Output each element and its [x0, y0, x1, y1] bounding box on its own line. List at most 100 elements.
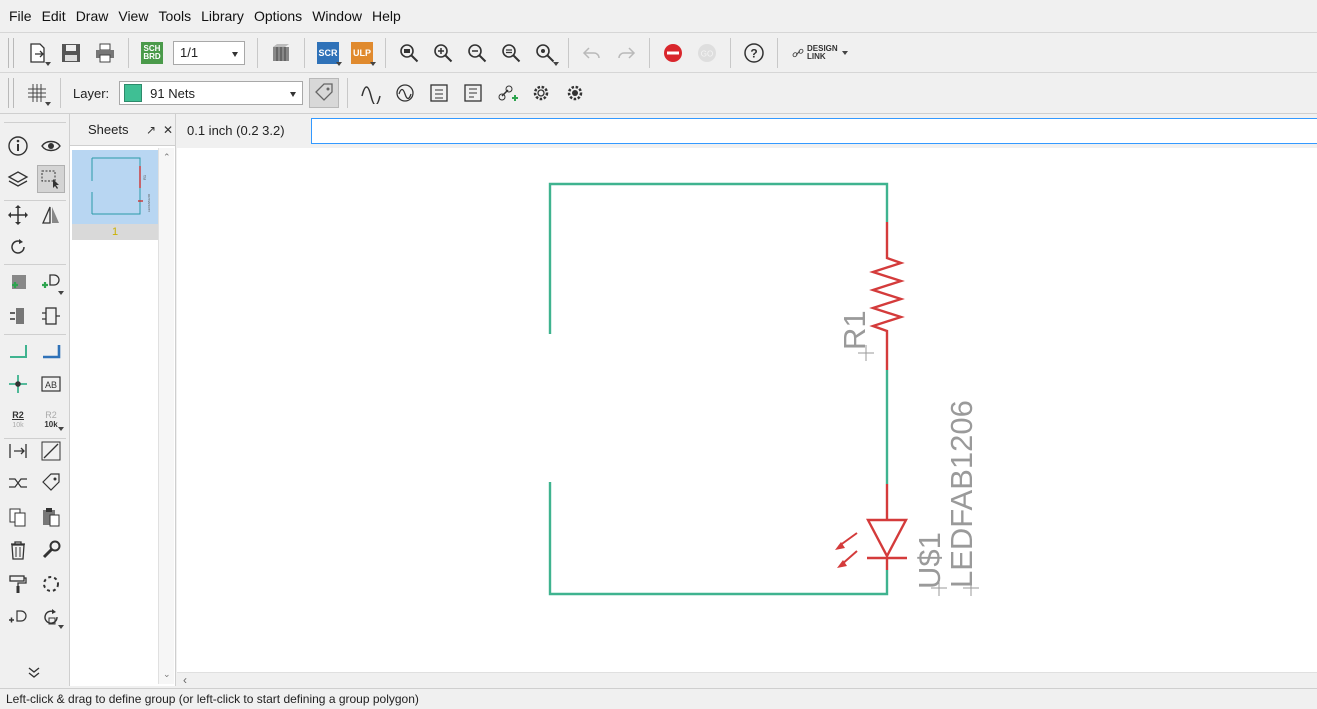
move-tool[interactable] [4, 201, 32, 229]
save-button[interactable] [56, 38, 86, 68]
stop-button[interactable] [658, 38, 688, 68]
wire-icon [10, 345, 27, 358]
settings-alt-button[interactable] [560, 78, 590, 108]
mirror-tool[interactable] [37, 201, 65, 229]
pinswap-tool[interactable] [37, 302, 65, 330]
paste-icon [43, 508, 60, 527]
menu-draw[interactable]: Draw [71, 0, 114, 32]
split-tool[interactable] [4, 469, 32, 497]
led-u1[interactable]: U$1 LEDFAB1206 [835, 400, 979, 596]
menu-window[interactable]: Window [307, 0, 367, 32]
resistor-r1[interactable]: R1 [837, 222, 905, 370]
gear-icon [533, 85, 549, 101]
wire-style-button[interactable] [356, 78, 386, 108]
erc-icon [464, 84, 482, 102]
add-link-button[interactable] [492, 78, 522, 108]
toolbar-grip[interactable] [8, 37, 14, 68]
command-input[interactable] [311, 118, 1317, 144]
delete-tool[interactable] [4, 536, 32, 564]
bus-button[interactable] [424, 78, 454, 108]
ulp-button[interactable]: ULP [347, 38, 377, 68]
net-tool[interactable] [37, 338, 65, 366]
sheets-panel-header: Sheets ↗ ✕ [70, 114, 175, 146]
net-wire-bottom[interactable] [548, 482, 889, 596]
go-icon: GO [698, 43, 716, 62]
info-icon [8, 136, 28, 156]
value-tool[interactable]: R2 10k [37, 405, 65, 433]
rotate-tool[interactable] [4, 233, 32, 261]
net-style-button[interactable] [390, 78, 420, 108]
library-icon [273, 43, 289, 61]
ratsnest-tool[interactable] [37, 570, 65, 598]
menu-view[interactable]: View [113, 0, 153, 32]
print-button[interactable] [90, 38, 120, 68]
change-tool[interactable] [37, 536, 65, 564]
replace-tool[interactable] [4, 302, 32, 330]
sheet-select[interactable]: 1/1 [173, 40, 245, 65]
led-name-label: U$1 [912, 532, 947, 589]
zoom-fit-button[interactable] [394, 38, 424, 68]
script-button[interactable]: SCR [313, 38, 343, 68]
canvas-horizontal-scrollbar[interactable]: ‹ [177, 672, 1317, 687]
layer-select[interactable]: 91 Nets [119, 81, 304, 105]
menu-library[interactable]: Library [196, 0, 249, 32]
erc-button[interactable] [458, 78, 488, 108]
paste-tool[interactable] [37, 503, 65, 531]
expand-toolbar-button[interactable] [20, 659, 48, 687]
group-tool[interactable] [37, 165, 65, 193]
show-tool[interactable] [37, 132, 65, 160]
add-gate-tool[interactable] [37, 269, 65, 297]
go-button[interactable]: GO [692, 38, 722, 68]
label-tool[interactable]: AB [37, 370, 65, 398]
schematic-canvas[interactable]: R1 U$1 LEDFAB1206 [177, 148, 1317, 672]
library-button[interactable] [266, 38, 296, 68]
add-symbol-tool[interactable] [4, 603, 32, 631]
dotted-circle-icon [43, 576, 59, 592]
menu-tools[interactable]: Tools [153, 0, 196, 32]
link-icon [792, 48, 804, 57]
menu-help[interactable]: Help [367, 0, 406, 32]
optimize-tool[interactable] [37, 603, 65, 631]
sch-brd-switch-button[interactable]: SCH BRD [137, 38, 167, 68]
paint-tool[interactable] [4, 570, 32, 598]
wire-tool[interactable] [4, 338, 32, 366]
line-tool[interactable] [37, 437, 65, 465]
sheets-scrollbar[interactable]: ⌃ ⌄ [158, 148, 174, 684]
toolbar-grip[interactable] [8, 78, 14, 108]
smash-tool[interactable] [37, 469, 65, 497]
new-file-button[interactable] [22, 38, 52, 68]
undo-button[interactable] [577, 38, 607, 68]
cursor-coordinates: 0.1 inch (0.2 3.2) [187, 123, 285, 138]
help-icon: ? [744, 42, 764, 63]
layer-tag-button[interactable] [309, 78, 340, 108]
name-tool[interactable]: R2 10k [4, 405, 32, 433]
menu-options[interactable]: Options [249, 0, 307, 32]
design-link-button[interactable]: DESIGN LINK [792, 44, 848, 61]
gear-check-icon [567, 85, 583, 101]
add-part-tool[interactable] [4, 269, 32, 297]
grid-button[interactable] [22, 78, 52, 108]
redo-button[interactable] [611, 38, 641, 68]
svg-text:R1: R1 [142, 174, 147, 180]
menu-edit[interactable]: Edit [37, 0, 71, 32]
zoom-select-button[interactable] [496, 38, 526, 68]
layer-color-swatch [124, 84, 143, 102]
zoom-out-button[interactable] [462, 38, 492, 68]
net-wave-icon [396, 84, 414, 102]
info-tool[interactable] [4, 132, 32, 160]
menu-bar: File Edit Draw View Tools Library Option… [0, 0, 1317, 32]
undock-icon[interactable]: ↗ [146, 123, 156, 137]
menu-file[interactable]: File [4, 0, 37, 32]
layers-tool[interactable] [4, 165, 32, 193]
close-icon[interactable]: ✕ [163, 123, 173, 137]
attribute-tool[interactable] [4, 437, 32, 465]
tag-icon [315, 83, 333, 101]
settings-button[interactable] [526, 78, 556, 108]
copy-tool[interactable] [4, 503, 32, 531]
zoom-redraw-button[interactable] [530, 38, 560, 68]
junction-tool[interactable] [4, 370, 32, 398]
rotate-icon [11, 239, 25, 254]
sheet-thumbnail[interactable]: R1 LEDFAB1206 [72, 150, 158, 224]
help-button[interactable]: ? [739, 38, 769, 68]
zoom-in-button[interactable] [428, 38, 458, 68]
